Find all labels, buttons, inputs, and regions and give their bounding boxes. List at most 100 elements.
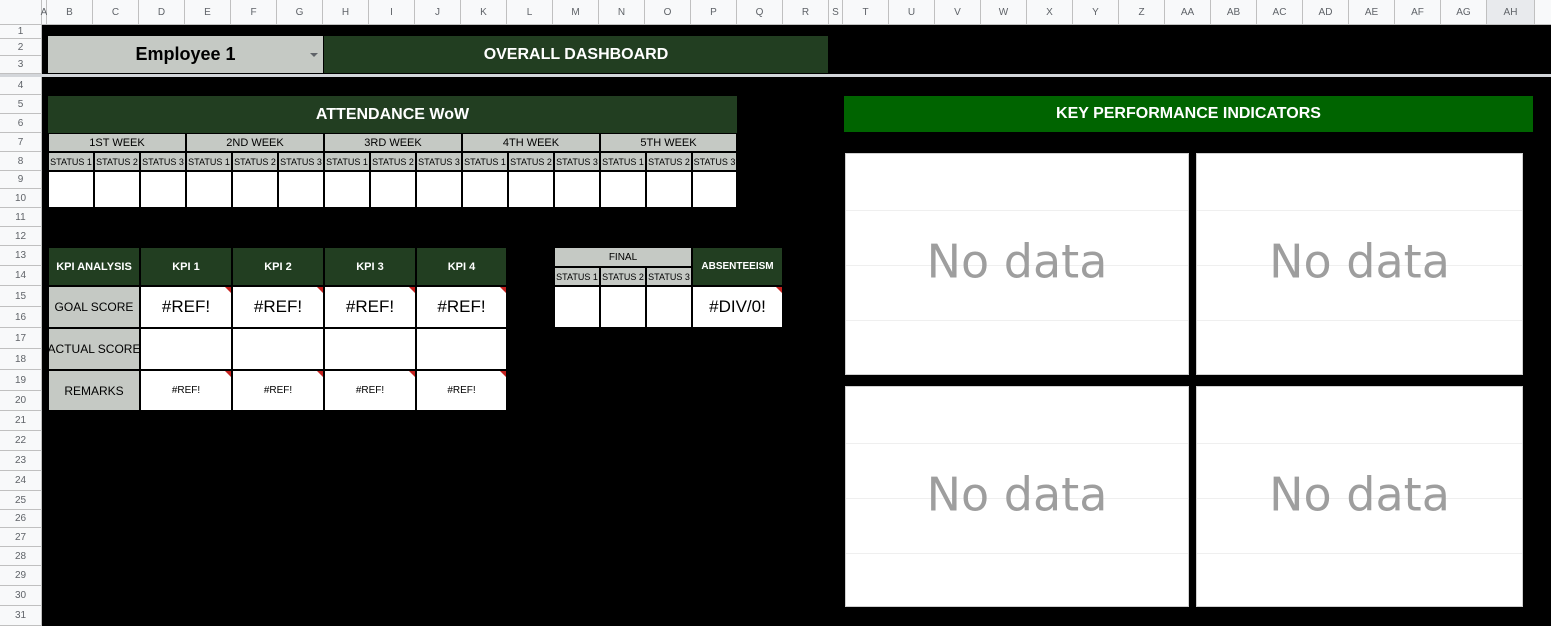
row-header-4[interactable]: 4 [0, 77, 42, 95]
attendance-cell[interactable] [140, 171, 186, 208]
attendance-cell[interactable] [324, 171, 370, 208]
column-header-t[interactable]: T [843, 0, 889, 25]
column-header-ag[interactable]: AG [1441, 0, 1487, 25]
remarks-cell[interactable]: #REF! [324, 370, 416, 411]
row-header-9[interactable]: 9 [0, 171, 42, 189]
column-header-l[interactable]: L [507, 0, 553, 25]
kpi-chart-2[interactable]: No data [1196, 153, 1523, 375]
column-header-f[interactable]: F [231, 0, 277, 25]
row-header-24[interactable]: 24 [0, 471, 42, 491]
final-status-cell[interactable] [646, 286, 692, 328]
row-header-6[interactable]: 6 [0, 114, 42, 133]
goal-score-cell[interactable]: #REF! [140, 286, 232, 328]
attendance-cell[interactable] [186, 171, 232, 208]
employee-dropdown[interactable]: Employee 1 [48, 36, 323, 73]
row-header-29[interactable]: 29 [0, 566, 42, 586]
final-status-cell[interactable] [600, 286, 646, 328]
row-header-30[interactable]: 30 [0, 586, 42, 606]
column-header-s[interactable]: S [829, 0, 843, 25]
row-header-31[interactable]: 31 [0, 606, 42, 626]
goal-score-cell[interactable]: #REF! [232, 286, 324, 328]
column-header-o[interactable]: O [645, 0, 691, 25]
kpi-chart-1[interactable]: No data [845, 153, 1189, 375]
column-header-ah[interactable]: AH [1487, 0, 1535, 25]
column-header-ad[interactable]: AD [1303, 0, 1349, 25]
column-header-u[interactable]: U [889, 0, 935, 25]
goal-score-cell[interactable]: #REF! [324, 286, 416, 328]
attendance-cell[interactable] [554, 171, 600, 208]
actual-score-cell[interactable] [324, 328, 416, 370]
attendance-cell[interactable] [646, 171, 692, 208]
column-header-ae[interactable]: AE [1349, 0, 1395, 25]
column-header-i[interactable]: I [369, 0, 415, 25]
row-header-2[interactable]: 2 [0, 39, 42, 56]
attendance-cell[interactable] [600, 171, 646, 208]
row-header-25[interactable]: 25 [0, 491, 42, 510]
row-header-22[interactable]: 22 [0, 431, 42, 451]
row-header-16[interactable]: 16 [0, 307, 42, 328]
row-header-5[interactable]: 5 [0, 95, 42, 114]
select-all-corner[interactable] [0, 0, 42, 25]
row-header-10[interactable]: 10 [0, 189, 42, 208]
remarks-cell[interactable]: #REF! [140, 370, 232, 411]
row-header-13[interactable]: 13 [0, 246, 42, 266]
actual-score-cell[interactable] [140, 328, 232, 370]
remarks-cell[interactable]: #REF! [416, 370, 507, 411]
remarks-cell[interactable]: #REF! [232, 370, 324, 411]
row-header-3[interactable]: 3 [0, 56, 42, 74]
column-header-q[interactable]: Q [737, 0, 783, 25]
column-header-h[interactable]: H [323, 0, 369, 25]
goal-score-cell[interactable]: #REF! [416, 286, 507, 328]
attendance-cell[interactable] [232, 171, 278, 208]
column-header-p[interactable]: P [691, 0, 737, 25]
row-header-17[interactable]: 17 [0, 328, 42, 349]
column-header-m[interactable]: M [553, 0, 599, 25]
row-header-26[interactable]: 26 [0, 510, 42, 528]
attendance-cell[interactable] [462, 171, 508, 208]
column-header-r[interactable]: R [783, 0, 829, 25]
column-header-aa[interactable]: AA [1165, 0, 1211, 25]
row-header-21[interactable]: 21 [0, 411, 42, 431]
attendance-cell[interactable] [692, 171, 737, 208]
row-header-14[interactable]: 14 [0, 266, 42, 286]
row-header-7[interactable]: 7 [0, 133, 42, 152]
row-header-20[interactable]: 20 [0, 391, 42, 411]
column-header-v[interactable]: V [935, 0, 981, 25]
column-header-c[interactable]: C [93, 0, 139, 25]
actual-score-cell[interactable] [232, 328, 324, 370]
row-header-15[interactable]: 15 [0, 286, 42, 307]
frozen-rows-divider[interactable] [0, 74, 1551, 77]
column-header-w[interactable]: W [981, 0, 1027, 25]
final-status-cell[interactable] [554, 286, 600, 328]
column-header-z[interactable]: Z [1119, 0, 1165, 25]
column-header-d[interactable]: D [139, 0, 185, 25]
kpi-chart-4[interactable]: No data [1196, 386, 1523, 607]
column-header-ac[interactable]: AC [1257, 0, 1303, 25]
attendance-cell[interactable] [508, 171, 554, 208]
actual-score-cell[interactable] [416, 328, 507, 370]
column-header-n[interactable]: N [599, 0, 645, 25]
row-header-11[interactable]: 11 [0, 208, 42, 227]
attendance-cell[interactable] [94, 171, 140, 208]
attendance-cell[interactable] [48, 171, 94, 208]
row-header-12[interactable]: 12 [0, 227, 42, 246]
row-header-19[interactable]: 19 [0, 370, 42, 391]
row-header-28[interactable]: 28 [0, 547, 42, 566]
kpi-chart-3[interactable]: No data [845, 386, 1189, 607]
column-header-b[interactable]: B [47, 0, 93, 25]
column-header-y[interactable]: Y [1073, 0, 1119, 25]
column-header-g[interactable]: G [277, 0, 323, 25]
attendance-cell[interactable] [416, 171, 462, 208]
dropdown-arrow-icon[interactable] [310, 52, 318, 57]
row-header-8[interactable]: 8 [0, 152, 42, 171]
attendance-cell[interactable] [370, 171, 416, 208]
column-header-af[interactable]: AF [1395, 0, 1441, 25]
attendance-cell[interactable] [278, 171, 324, 208]
row-header-27[interactable]: 27 [0, 528, 42, 547]
column-header-ab[interactable]: AB [1211, 0, 1257, 25]
column-header-j[interactable]: J [415, 0, 461, 25]
absenteeism-cell[interactable]: #DIV/0! [692, 286, 783, 328]
column-header-e[interactable]: E [185, 0, 231, 25]
column-header-k[interactable]: K [461, 0, 507, 25]
row-header-23[interactable]: 23 [0, 451, 42, 471]
